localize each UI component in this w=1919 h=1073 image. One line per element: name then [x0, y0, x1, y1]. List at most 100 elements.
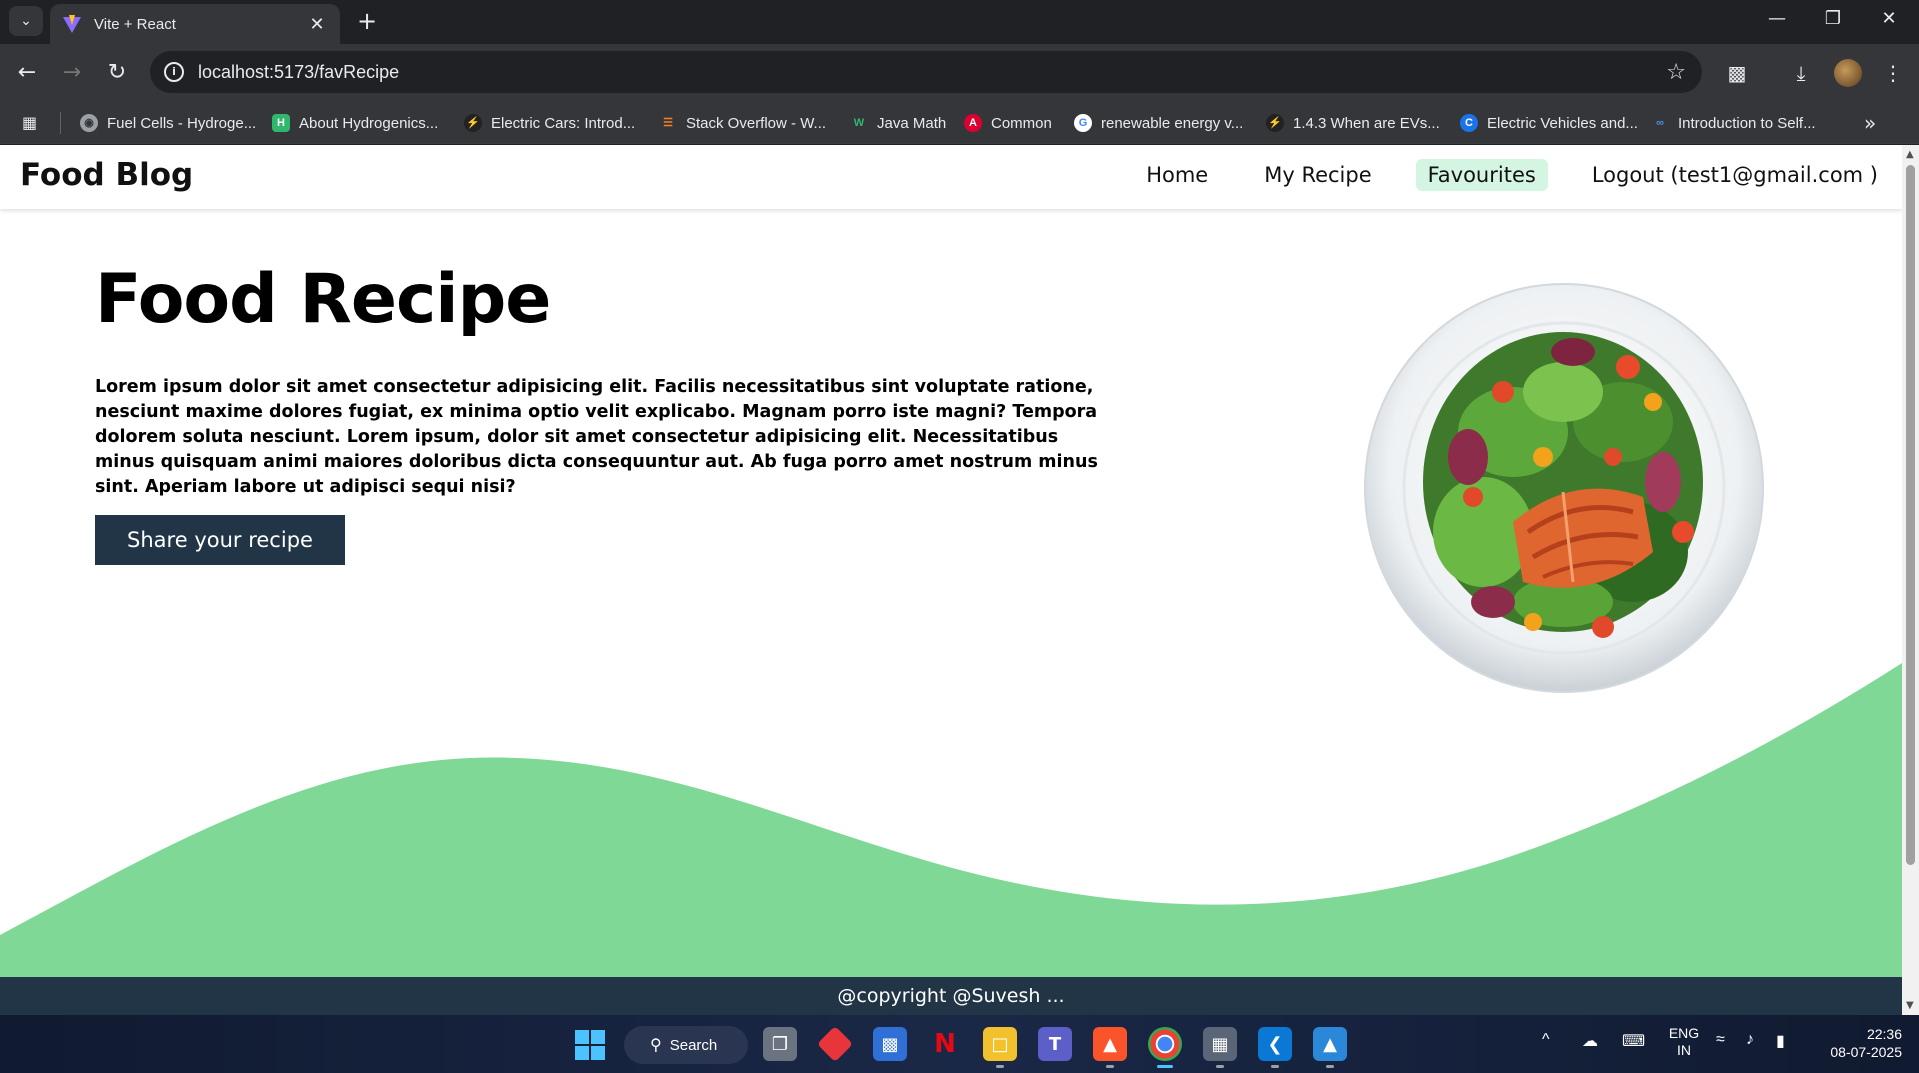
page-viewport: Food Blog Home My Recipe Favourites Logo…: [0, 145, 1902, 1015]
site-footer: @copyright @Suvesh ...: [0, 977, 1902, 1015]
tab-close-icon[interactable]: ✕: [306, 14, 328, 35]
volume-icon[interactable]: ♪: [1746, 1031, 1754, 1049]
bookmark-label: Common: [991, 114, 1052, 132]
vite-favicon-icon: [63, 15, 81, 33]
nav-logout[interactable]: Logout (test1@gmail.com ): [1580, 159, 1890, 191]
bookmark-label: Stack Overflow - W...: [686, 114, 827, 132]
language-indicator[interactable]: ENG IN: [1666, 1025, 1702, 1059]
clock[interactable]: 22:36 08-07-2025: [1812, 1025, 1902, 1061]
onedrive-icon[interactable]: ☁: [1582, 1031, 1598, 1051]
vscode-icon[interactable]: ❮: [1258, 1027, 1292, 1068]
download-icon[interactable]: ⤓: [1786, 58, 1816, 88]
bookmark-label: 1.4.3 When are EVs...: [1293, 114, 1440, 132]
angular-icon: A: [964, 114, 982, 132]
apps-grid-icon[interactable]: ▦: [22, 113, 42, 133]
search-icon: ⚲: [650, 1037, 662, 1054]
teams-icon[interactable]: T: [1038, 1027, 1072, 1061]
bookmark-label: Java Math: [877, 114, 947, 132]
bolt-icon: ⚡: [1266, 114, 1284, 132]
scroll-thumb[interactable]: [1906, 165, 1915, 865]
browser-tab-active[interactable]: Vite + React ✕: [50, 4, 340, 44]
browser-tabstrip: ⌄ Vite + React ✕ + — ❐ ✕: [0, 0, 1919, 44]
scroll-up-arrow-icon[interactable]: ▲: [1906, 149, 1914, 160]
bookmark-item[interactable]: G renewable energy v...: [1074, 110, 1243, 136]
clock-time: 22:36: [1866, 1026, 1902, 1042]
bookmark-item[interactable]: ⚡ 1.4.3 When are EVs...: [1266, 110, 1440, 136]
brave-icon[interactable]: ▲: [1093, 1027, 1127, 1068]
bookmark-item[interactable]: H About Hydrogenics...: [272, 110, 438, 136]
photos-icon[interactable]: ▲: [1313, 1027, 1347, 1068]
bookmark-star-icon[interactable]: ☆: [1666, 60, 1686, 85]
hero-title: Food Recipe: [95, 260, 551, 339]
bookmarks-bar: ▦ ◉ Fuel Cells - Hydroge... H About Hydr…: [0, 102, 1919, 144]
c-icon: C: [1460, 114, 1478, 132]
hydrogenics-icon: H: [272, 114, 290, 132]
back-arrow-icon[interactable]: ←: [12, 58, 42, 88]
bookmark-item[interactable]: ⚡ Electric Cars: Introd...: [464, 110, 635, 136]
search-label: Search: [669, 1036, 718, 1054]
bookmark-item[interactable]: A Common: [964, 110, 1052, 136]
bookmark-label: renewable energy v...: [1101, 114, 1244, 132]
main-nav: Home My Recipe Favourites Logout (test1@…: [1102, 159, 1890, 191]
bookmarks-divider: [60, 112, 61, 134]
bookmark-item[interactable]: ∞ Introduction to Self...: [1651, 110, 1816, 136]
bookmark-item[interactable]: ☰ Stack Overflow - W...: [659, 110, 826, 136]
taskbar-search-button[interactable]: ⚲ Search: [624, 1026, 748, 1064]
site-brand: Food Blog: [20, 157, 194, 193]
page-scrollbar[interactable]: ▲ ▼: [1902, 145, 1919, 1015]
reload-icon[interactable]: ↻: [102, 58, 132, 88]
new-tab-button[interactable]: +: [352, 6, 382, 36]
tab-search-dropdown-icon[interactable]: ⌄: [9, 6, 43, 36]
microsoft-store-icon[interactable]: ▩: [873, 1027, 907, 1061]
close-window-button[interactable]: ✕: [1869, 4, 1909, 34]
bookmark-label: Introduction to Self...: [1678, 114, 1816, 132]
nav-favourites[interactable]: Favourites: [1415, 159, 1548, 191]
bookmark-label: About Hydrogenics...: [299, 114, 439, 132]
bolt-icon: ⚡: [464, 114, 482, 132]
site-header: Food Blog Home My Recipe Favourites Logo…: [0, 145, 1902, 209]
forward-arrow-icon[interactable]: →: [57, 58, 87, 88]
tab-title: Vite + React: [94, 15, 176, 33]
address-bar[interactable]: i localhost:5173/favRecipe ☆: [150, 51, 1702, 93]
battery-icon[interactable]: ▮: [1776, 1031, 1785, 1051]
hero-description: Lorem ipsum dolor sit amet consectetur a…: [95, 377, 1098, 497]
clock-date: 08-07-2025: [1830, 1044, 1902, 1060]
link-icon: ∞: [1656, 117, 1664, 129]
restore-button[interactable]: ❐: [1813, 4, 1853, 34]
bookmark-item[interactable]: W Java Math: [850, 110, 946, 136]
url-text[interactable]: localhost:5173/favRecipe: [198, 62, 1666, 83]
show-hidden-icons-icon[interactable]: ^: [1542, 1031, 1550, 1049]
calculator-icon[interactable]: ▦: [1203, 1027, 1237, 1068]
site-info-icon[interactable]: i: [164, 62, 184, 82]
nav-my-recipe[interactable]: My Recipe: [1252, 159, 1383, 191]
chrome-icon[interactable]: [1148, 1027, 1182, 1068]
stackoverflow-icon: ☰: [663, 117, 673, 129]
keyboard-icon[interactable]: ⌨: [1622, 1031, 1645, 1051]
profile-avatar[interactable]: [1834, 59, 1862, 87]
language-code: ENG: [1668, 1025, 1700, 1041]
bookmarks-overflow-icon[interactable]: »: [1864, 111, 1876, 135]
bookmark-label: Electric Cars: Introd...: [491, 114, 636, 132]
region-code: IN: [1677, 1042, 1691, 1058]
bookmark-item[interactable]: C Electric Vehicles and...: [1460, 110, 1638, 136]
netflix-icon[interactable]: N: [928, 1027, 962, 1061]
browser-toolbar: ← → ↻ i localhost:5173/favRecipe ☆ ▩ ⤓ ⋮: [0, 44, 1919, 102]
windows-start-icon[interactable]: [574, 1029, 606, 1061]
globe-icon: ◉: [80, 114, 98, 132]
extensions-icon[interactable]: ▩: [1722, 58, 1752, 88]
minimize-button[interactable]: —: [1757, 4, 1797, 34]
wifi-icon[interactable]: ≈: [1716, 1031, 1725, 1049]
file-explorer-icon[interactable]: □: [983, 1027, 1017, 1068]
task-view-icon[interactable]: ❐: [763, 1027, 797, 1061]
bookmark-label: Fuel Cells - Hydroge...: [107, 114, 257, 132]
windows-taskbar: ⚲ Search ❐ ▩ N □ T ▲ ▦ ❮ ▲ ^ ☁ ⌨ ENG IN …: [0, 1015, 1919, 1073]
bookmark-item[interactable]: ◉ Fuel Cells - Hydroge...: [80, 110, 256, 136]
app-diamond-icon[interactable]: [816, 1025, 854, 1063]
scroll-down-arrow-icon[interactable]: ▼: [1906, 1000, 1914, 1011]
more-menu-icon[interactable]: ⋮: [1878, 58, 1908, 88]
nav-home[interactable]: Home: [1134, 159, 1220, 191]
bookmark-label: Electric Vehicles and...: [1487, 114, 1638, 132]
google-icon: G: [1074, 114, 1092, 132]
w-icon: W: [853, 117, 865, 129]
share-recipe-button[interactable]: Share your recipe: [95, 515, 345, 565]
